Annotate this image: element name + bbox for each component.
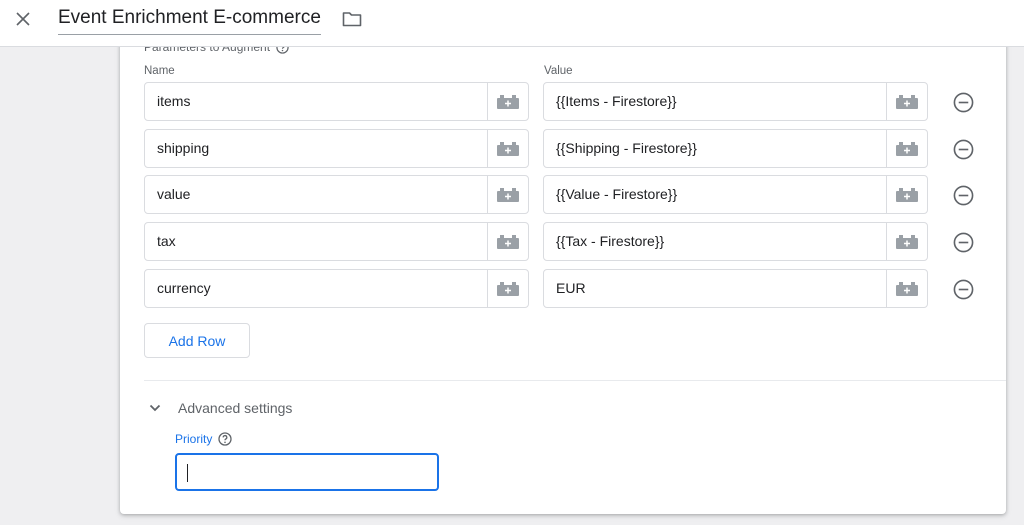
divider [144, 380, 1006, 381]
param-value-input[interactable]: EUR [544, 270, 887, 307]
variable-picker-button[interactable] [886, 223, 927, 260]
variable-picker-button[interactable] [886, 130, 927, 167]
variable-brick-icon [497, 281, 519, 296]
top-bar: Event Enrichment E-commerce [0, 0, 1024, 47]
variable-picker-button[interactable] [487, 83, 528, 120]
variable-brick-icon [497, 94, 519, 109]
close-icon [16, 12, 30, 26]
remove-row-button[interactable] [951, 230, 975, 254]
remove-row-button[interactable] [951, 183, 975, 207]
variable-brick-icon [896, 281, 918, 296]
param-value-input[interactable]: {{Items - Firestore}} [544, 83, 887, 120]
variable-picker-button[interactable] [487, 176, 528, 213]
param-value-field[interactable]: {{Items - Firestore}} [543, 82, 928, 121]
variable-picker-button[interactable] [487, 223, 528, 260]
param-name-field[interactable]: items [144, 82, 529, 121]
add-row-button[interactable]: Add Row [144, 323, 250, 358]
param-value-field[interactable]: {{Value - Firestore}} [543, 175, 928, 214]
param-name-input[interactable]: value [145, 176, 488, 213]
variable-picker-button[interactable] [886, 270, 927, 307]
variable-picker-button[interactable] [487, 130, 528, 167]
help-icon[interactable] [218, 432, 232, 446]
advanced-settings-label: Advanced settings [178, 400, 293, 416]
folder-button[interactable] [340, 8, 364, 30]
variable-picker-button[interactable] [886, 83, 927, 120]
remove-circle-icon [953, 92, 973, 112]
param-name-input[interactable]: items [145, 83, 488, 120]
remove-circle-icon [953, 139, 973, 159]
param-name-input[interactable]: shipping [145, 130, 488, 167]
param-value-field[interactable]: {{Tax - Firestore}} [543, 222, 928, 261]
param-value-input[interactable]: {{Shipping - Firestore}} [544, 130, 887, 167]
param-name-field[interactable]: value [144, 175, 529, 214]
param-name-field[interactable]: currency [144, 269, 529, 308]
variable-picker-button[interactable] [886, 176, 927, 213]
param-name-input[interactable]: currency [145, 270, 488, 307]
value-column-label: Value [544, 65, 573, 77]
close-button[interactable] [10, 6, 36, 32]
priority-field-label: Priority [175, 432, 232, 446]
page-title[interactable]: Event Enrichment E-commerce [58, 7, 321, 35]
text-caret [187, 464, 188, 482]
advanced-settings-toggle[interactable]: Advanced settings [148, 398, 292, 418]
param-value-field[interactable]: EUR [543, 269, 928, 308]
variable-brick-icon [896, 141, 918, 156]
remove-circle-icon [953, 279, 973, 299]
param-value-field[interactable]: {{Shipping - Firestore}} [543, 129, 928, 168]
variable-brick-icon [896, 187, 918, 202]
param-value-input[interactable]: {{Tax - Firestore}} [544, 223, 887, 260]
variable-brick-icon [497, 187, 519, 202]
param-name-field[interactable]: tax [144, 222, 529, 261]
variable-brick-icon [896, 94, 918, 109]
priority-input[interactable] [175, 453, 439, 491]
remove-row-button[interactable] [951, 90, 975, 114]
variable-brick-icon [497, 141, 519, 156]
variable-brick-icon [497, 234, 519, 249]
chevron-down-icon [149, 404, 161, 412]
remove-row-button[interactable] [951, 137, 975, 161]
param-name-field[interactable]: shipping [144, 129, 529, 168]
folder-icon [342, 12, 362, 27]
remove-row-button[interactable] [951, 277, 975, 301]
variable-picker-button[interactable] [487, 270, 528, 307]
priority-label-text: Priority [175, 432, 213, 446]
param-name-input[interactable]: tax [145, 223, 488, 260]
variable-brick-icon [896, 234, 918, 249]
param-value-input[interactable]: {{Value - Firestore}} [544, 176, 887, 213]
remove-circle-icon [953, 232, 973, 252]
remove-circle-icon [953, 185, 973, 205]
name-column-label: Name [144, 65, 175, 77]
